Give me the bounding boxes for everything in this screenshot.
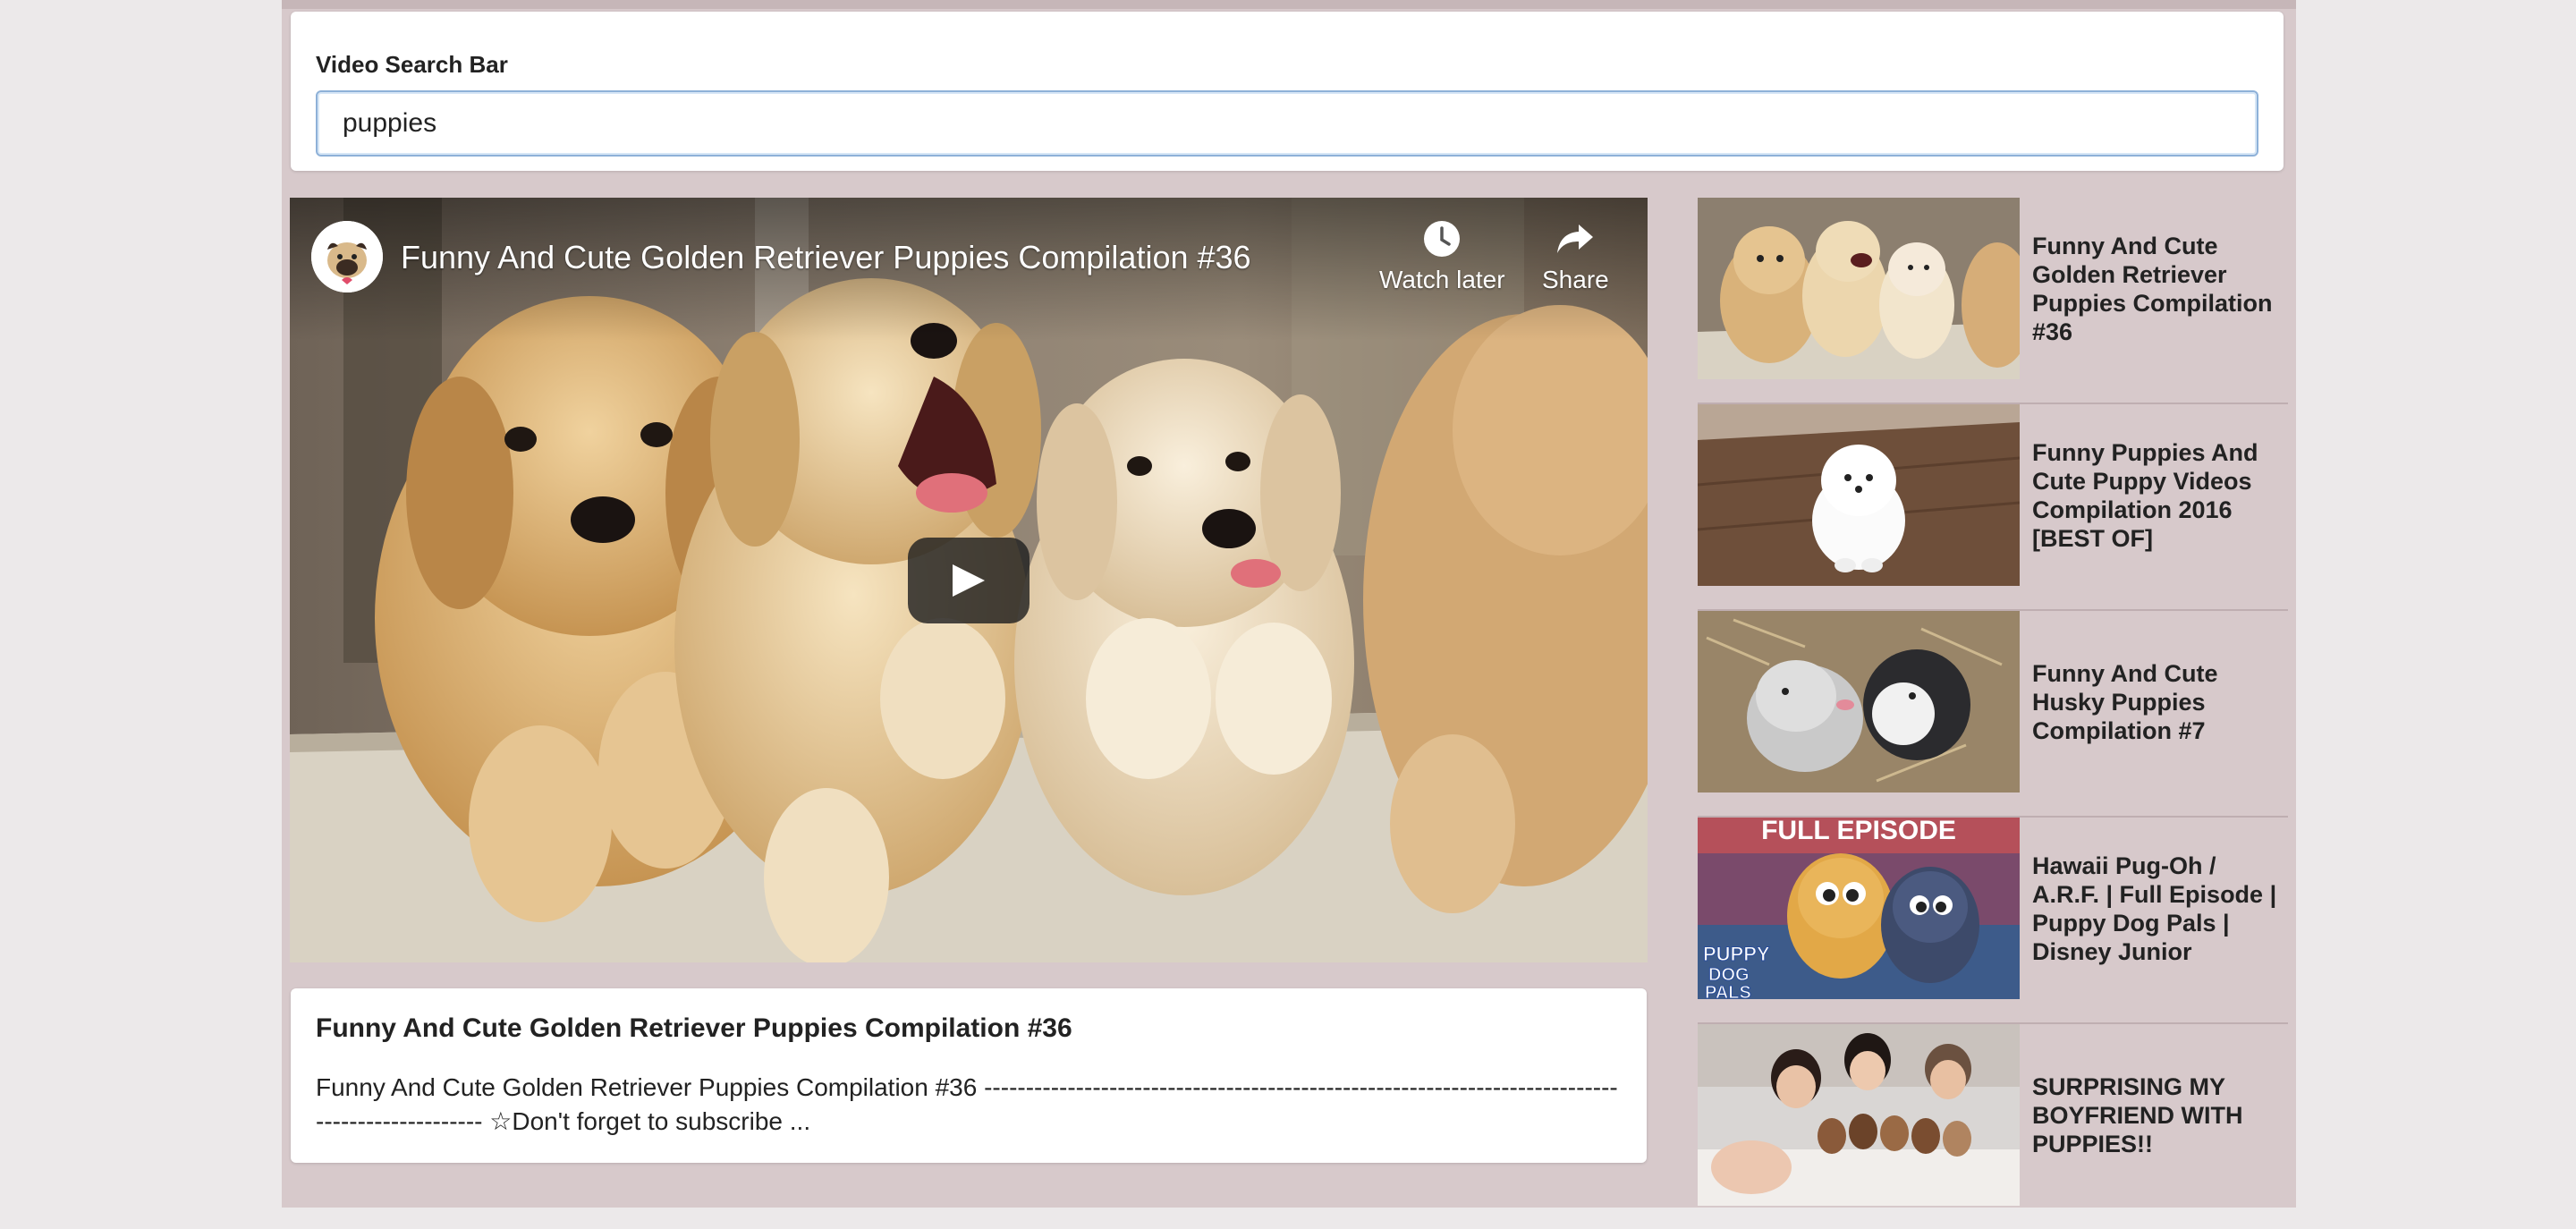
video-list: Funny And Cute Golden Retriever Puppies … bbox=[1698, 198, 2288, 1229]
share-label: Share bbox=[1542, 266, 1609, 293]
video-player[interactable]: Funny And Cute Golden Retriever Puppies … bbox=[290, 198, 1648, 962]
video-details-description: Funny And Cute Golden Retriever Puppies … bbox=[316, 1073, 1618, 1135]
video-thumbnail[interactable] bbox=[1698, 611, 2020, 792]
thumb-pals-text: PALS bbox=[1705, 983, 1751, 999]
video-details-card: Funny And Cute Golden Retriever Puppies … bbox=[291, 988, 1647, 1163]
search-bar-card: Video Search Bar bbox=[291, 12, 2284, 171]
play-icon bbox=[953, 564, 985, 597]
app-container: Video Search Bar puppies Funny And Cute … bbox=[282, 0, 2296, 1208]
puppy-dog-pals-thumbnail-image: FULL EPISODE PUPPY DOG PALS bbox=[1698, 818, 2020, 999]
video-list-item-title[interactable]: Hawaii Pug-Oh / A.R.F. | Full Episode | … bbox=[2032, 852, 2288, 966]
search-input[interactable] bbox=[316, 90, 2258, 157]
video-list-item-title[interactable]: SURPRISING MY BOYFRIEND WITH PUPPIES!! bbox=[2032, 1072, 2288, 1158]
video-thumbnail[interactable] bbox=[1698, 1024, 2020, 1206]
video-thumbnail[interactable]: FULL EPISODE PUPPY DOG PALS bbox=[1698, 818, 2020, 999]
video-list-item-title[interactable]: Funny And Cute Husky Puppies Compilation… bbox=[2032, 659, 2288, 745]
video-list-item-title[interactable]: Funny Puppies And Cute Puppy Videos Comp… bbox=[2032, 438, 2288, 553]
watch-later-button[interactable]: Watch later bbox=[1379, 219, 1505, 294]
video-list-item[interactable]: Funny And Cute Golden Retriever Puppies … bbox=[1698, 198, 2288, 404]
search-label: Video Search Bar bbox=[316, 51, 508, 78]
video-list-item-title[interactable]: Funny And Cute Golden Retriever Puppies … bbox=[2032, 232, 2288, 346]
video-thumbnail[interactable] bbox=[1698, 404, 2020, 586]
share-button[interactable]: Share bbox=[1542, 219, 1609, 294]
thumb-dog-text: DOG bbox=[1708, 965, 1750, 985]
video-list-item[interactable]: Funny And Cute Husky Puppies Compilation… bbox=[1698, 611, 2288, 818]
clock-icon bbox=[1424, 221, 1461, 257]
husky-thumbnail-image bbox=[1698, 611, 2020, 792]
pomeranian-thumbnail-image bbox=[1698, 404, 2020, 586]
golden-retriever-thumbnail-image bbox=[1698, 198, 2020, 379]
video-details-title: Funny And Cute Golden Retriever Puppies … bbox=[316, 1013, 1072, 1043]
thumb-full-episode-text: FULL EPISODE bbox=[1761, 818, 1956, 845]
channel-avatar[interactable] bbox=[311, 221, 383, 292]
video-list-item[interactable]: Funny Puppies And Cute Puppy Videos Comp… bbox=[1698, 404, 2288, 611]
video-list-item[interactable]: FULL EPISODE PUPPY DOG PALS Hawaii Pug-O… bbox=[1698, 818, 2288, 1024]
play-button[interactable] bbox=[908, 538, 1030, 623]
watch-later-label: Watch later bbox=[1379, 266, 1505, 293]
top-strip bbox=[282, 0, 2296, 9]
video-list-item[interactable]: SURPRISING MY BOYFRIEND WITH PUPPIES!! bbox=[1698, 1024, 2288, 1229]
pug-avatar-icon bbox=[311, 221, 383, 292]
share-arrow-icon bbox=[1557, 225, 1594, 253]
boyfriend-puppies-thumbnail-image bbox=[1698, 1024, 2020, 1206]
video-thumbnail[interactable] bbox=[1698, 198, 2020, 379]
player-title[interactable]: Funny And Cute Golden Retriever Puppies … bbox=[401, 239, 1251, 276]
thumb-puppy-text: PUPPY bbox=[1703, 943, 1770, 965]
